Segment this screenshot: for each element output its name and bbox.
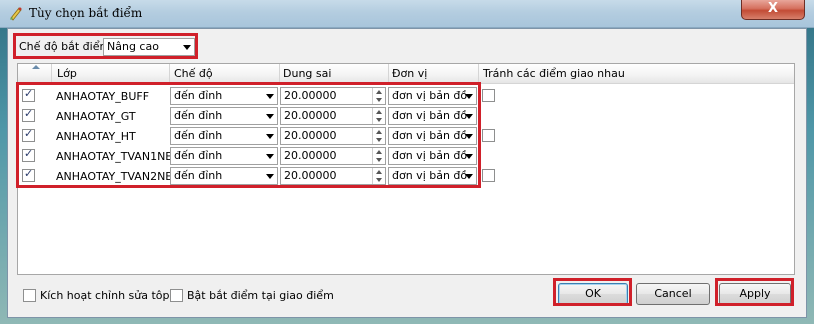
chevron-down-icon (266, 114, 274, 119)
row-layer-name: ANHAOTAY_GT (56, 110, 136, 123)
chevron-down-icon (266, 94, 274, 99)
row-unit-value: đơn vị bản đồ (392, 109, 468, 122)
check-icon: ✓ (24, 147, 34, 160)
row-unit-select[interactable]: đơn vị bản đồ (388, 167, 477, 185)
chevron-down-icon (465, 134, 473, 139)
row-tolerance-spinbox[interactable]: 20.00000 (280, 167, 386, 185)
spin-up-icon[interactable] (376, 170, 382, 174)
row-tolerance-spinbox[interactable]: 20.00000 (280, 147, 386, 165)
spin-buttons[interactable] (372, 128, 385, 144)
row-mode-select[interactable]: đến đỉnh (170, 107, 278, 125)
row-unit-select[interactable]: đơn vị bản đồ (388, 87, 477, 105)
chevron-down-icon (266, 174, 274, 179)
check-icon: ✓ (24, 107, 34, 120)
row-tolerance-value: 20.00000 (284, 169, 337, 182)
row-mode-value: đến đỉnh (174, 109, 223, 122)
row-tolerance-spinbox[interactable]: 20.00000 (280, 87, 386, 105)
row-tolerance-spinbox[interactable]: 20.00000 (280, 127, 386, 145)
apply-button[interactable]: Apply (719, 283, 791, 305)
sort-indicator-icon (32, 65, 40, 69)
row-layer-name: ANHAOTAY_TVAN2NET (56, 170, 179, 183)
header-mode[interactable]: Chế độ (174, 67, 213, 80)
chevron-down-icon (465, 94, 473, 99)
spin-down-icon[interactable] (376, 158, 382, 162)
spin-up-icon[interactable] (376, 110, 382, 114)
header-unit[interactable]: Đơn vị (392, 67, 427, 80)
table-header: Lớp Chế độ Dung sai Đơn vị Tránh các điể… (18, 64, 794, 84)
intersection-snap-checkbox[interactable] (170, 289, 183, 302)
spin-buttons[interactable] (372, 88, 385, 104)
check-icon: ✓ (24, 167, 34, 180)
row-enable-checkbox[interactable]: ✓ (22, 87, 35, 102)
row-layer-name: ANHAOTAY_HT (56, 130, 136, 143)
snap-mode-label: Chế độ bắt điểm (19, 40, 111, 53)
row-mode-value: đến đỉnh (174, 149, 223, 162)
window-title: Tùy chọn bắt điểm (29, 6, 143, 20)
chevron-down-icon (266, 134, 274, 139)
check-icon: ✓ (24, 87, 34, 100)
row-tolerance-value: 20.00000 (284, 149, 337, 162)
spin-down-icon[interactable] (376, 118, 382, 122)
spin-buttons[interactable] (372, 148, 385, 164)
spin-up-icon[interactable] (376, 150, 382, 154)
spin-down-icon[interactable] (376, 138, 382, 142)
header-avoid-intersections[interactable]: Tránh các điểm giao nhau (483, 67, 625, 80)
row-mode-value: đến đỉnh (174, 89, 223, 102)
spin-down-icon[interactable] (376, 98, 382, 102)
row-unit-value: đơn vị bản đồ (392, 149, 468, 162)
intersection-snap-label[interactable]: Bật bắt điểm tại giao điểm (187, 289, 334, 302)
row-mode-value: đến đỉnh (174, 169, 223, 182)
row-unit-select[interactable]: đơn vị bản đồ (388, 107, 477, 125)
header-tolerance[interactable]: Dung sai (283, 67, 331, 80)
row-tolerance-value: 20.00000 (284, 109, 337, 122)
row-enable-checkbox[interactable]: ✓ (22, 167, 35, 182)
row-unit-value: đơn vị bản đồ (392, 89, 468, 102)
row-layer-name: ANHAOTAY_BUFF (56, 90, 150, 103)
ok-button[interactable]: OK (558, 283, 628, 305)
spin-buttons[interactable] (372, 168, 385, 184)
chevron-down-icon (465, 154, 473, 159)
chevron-down-icon (465, 114, 473, 119)
row-enable-checkbox[interactable]: ✓ (22, 127, 35, 142)
cancel-button[interactable]: Cancel (636, 283, 710, 305)
row-avoid-checkbox[interactable] (482, 169, 495, 182)
row-enable-checkbox[interactable]: ✓ (22, 107, 35, 122)
row-mode-select[interactable]: đến đỉnh (170, 127, 278, 145)
row-mode-select[interactable]: đến đỉnh (170, 167, 278, 185)
spin-down-icon[interactable] (376, 178, 382, 182)
topo-edit-checkbox[interactable] (23, 289, 36, 302)
spin-buttons[interactable] (372, 108, 385, 124)
row-mode-select[interactable]: đến đỉnh (170, 87, 278, 105)
snapping-tool-icon (10, 7, 22, 21)
chevron-down-icon (465, 174, 473, 179)
header-layer[interactable]: Lớp (57, 67, 77, 80)
check-icon: ✓ (24, 127, 34, 140)
topo-edit-label[interactable]: Kích hoạt chỉnh sửa tôpô (40, 289, 176, 302)
spin-up-icon[interactable] (376, 130, 382, 134)
row-avoid-checkbox[interactable] (482, 129, 495, 142)
row-tolerance-value: 20.00000 (284, 129, 337, 142)
row-enable-checkbox[interactable]: ✓ (22, 147, 35, 162)
row-unit-value: đơn vị bản đồ (392, 169, 468, 182)
chevron-down-icon (266, 154, 274, 159)
row-tolerance-value: 20.00000 (284, 89, 337, 102)
snap-mode-value: Nâng cao (107, 40, 159, 53)
row-unit-select[interactable]: đơn vị bản đồ (388, 127, 477, 145)
chevron-down-icon (183, 45, 191, 50)
snap-mode-select[interactable]: Nâng cao (103, 38, 195, 56)
close-button[interactable]: X (741, 0, 805, 20)
row-mode-select[interactable]: đến đỉnh (170, 147, 278, 165)
row-layer-name: ANHAOTAY_TVAN1NET (56, 150, 179, 163)
spin-up-icon[interactable] (376, 90, 382, 94)
row-avoid-checkbox[interactable] (482, 89, 495, 102)
row-unit-select[interactable]: đơn vị bản đồ (388, 147, 477, 165)
row-unit-value: đơn vị bản đồ (392, 129, 468, 142)
row-mode-value: đến đỉnh (174, 129, 223, 142)
title-bar: Tùy chọn bắt điểm (0, 0, 814, 28)
row-tolerance-spinbox[interactable]: 20.00000 (280, 107, 386, 125)
